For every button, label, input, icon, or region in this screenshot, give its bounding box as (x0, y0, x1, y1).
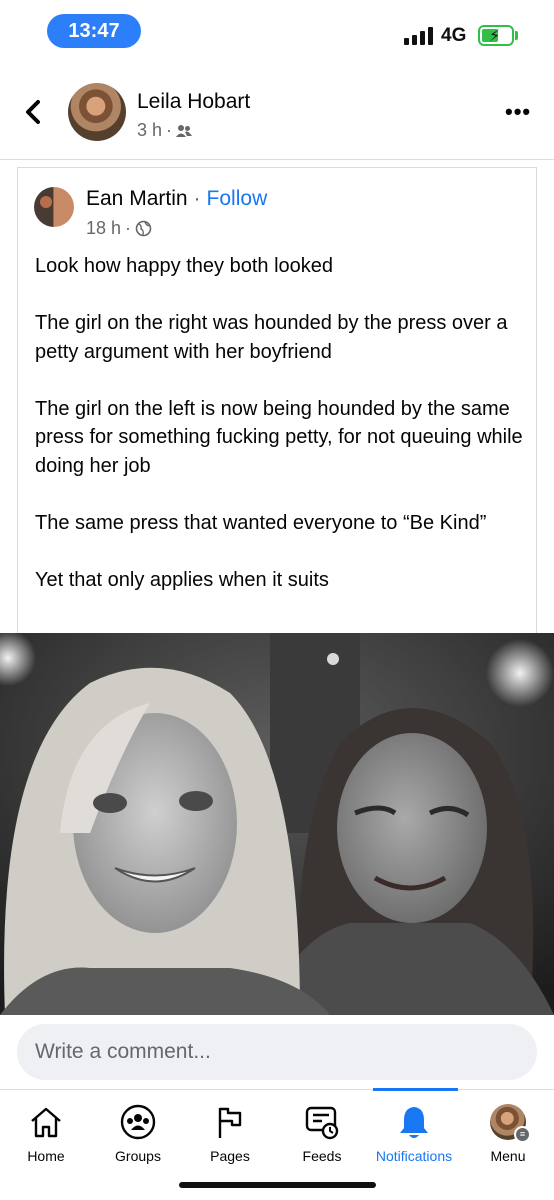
home-indicator[interactable] (179, 1182, 376, 1188)
status-time: 13:47 (47, 14, 141, 48)
post-time[interactable]: 3 h (137, 120, 162, 141)
post-paragraph: The girl on the left is now being hounde… (35, 397, 523, 477)
nav-groups[interactable]: Groups (92, 1090, 184, 1176)
nav-label: Groups (115, 1148, 161, 1164)
nav-label: Pages (210, 1148, 250, 1164)
nav-label: Feeds (302, 1148, 342, 1164)
post-photo[interactable] (0, 633, 554, 1015)
nav-pages[interactable]: Pages (184, 1090, 276, 1176)
status-bar: 13:47 4G ⚡ (0, 0, 554, 64)
nav-label: Menu (490, 1148, 526, 1164)
nav-label: Notifications (375, 1148, 453, 1164)
nav-notifications[interactable]: Notifications (368, 1090, 460, 1176)
globe-icon (135, 220, 152, 237)
nav-feeds[interactable]: Feeds (276, 1090, 368, 1176)
groups-icon (118, 1102, 158, 1142)
post-body: Look how happy they both looked The girl… (35, 252, 523, 623)
nav-menu[interactable]: ≡ Menu (462, 1090, 554, 1176)
network-type: 4G (441, 25, 467, 46)
nav-label: Home (27, 1148, 65, 1164)
profile-avatar: ≡ (490, 1104, 531, 1143)
feeds-icon (302, 1102, 342, 1142)
follow-button[interactable]: Follow (207, 187, 268, 211)
post-paragraph: Look how happy they both looked (35, 255, 333, 277)
shared-post: Ean Martin · Follow 18 h · Look how happ… (17, 167, 537, 633)
comment-bar: Write a comment... (0, 1015, 554, 1089)
author-avatar[interactable] (68, 83, 126, 141)
shared-post-meta: 18 h · (86, 218, 152, 239)
photo-illustration (0, 633, 554, 1015)
friends-icon (176, 124, 193, 137)
shared-author-line: Ean Martin · Follow (86, 187, 267, 211)
comment-input[interactable]: Write a comment... (17, 1024, 537, 1080)
battery-icon: ⚡ (478, 25, 514, 46)
nav-home[interactable]: Home (0, 1090, 92, 1176)
menu-icon-wrap: ≡ (488, 1102, 531, 1143)
post-paragraph: Yet that only applies when it suits (35, 568, 329, 591)
post-meta: 3 h · (137, 120, 193, 141)
post-header: Leila Hobart 3 h · ••• (0, 64, 554, 160)
flag-icon (210, 1102, 250, 1142)
meta-separator: · (125, 218, 132, 238)
shared-author-name[interactable]: Ean Martin (86, 187, 188, 211)
author-name[interactable]: Leila Hobart (137, 90, 250, 114)
back-arrow-icon[interactable] (18, 94, 48, 130)
meta-separator: · (166, 120, 173, 140)
shared-author-avatar[interactable] (34, 187, 74, 227)
post-paragraph: The same press that wanted everyone to “… (35, 511, 487, 534)
bell-icon (394, 1102, 434, 1142)
menu-icon: ≡ (514, 1126, 531, 1143)
more-options-icon[interactable]: ••• (505, 101, 531, 123)
home-icon (26, 1102, 66, 1142)
name-separator: · (193, 187, 201, 210)
post-paragraph: The girl on the right was hounded by the… (35, 312, 508, 363)
shared-post-time[interactable]: 18 h (86, 218, 121, 239)
battery-tip (515, 31, 518, 40)
signal-icon (404, 27, 433, 45)
